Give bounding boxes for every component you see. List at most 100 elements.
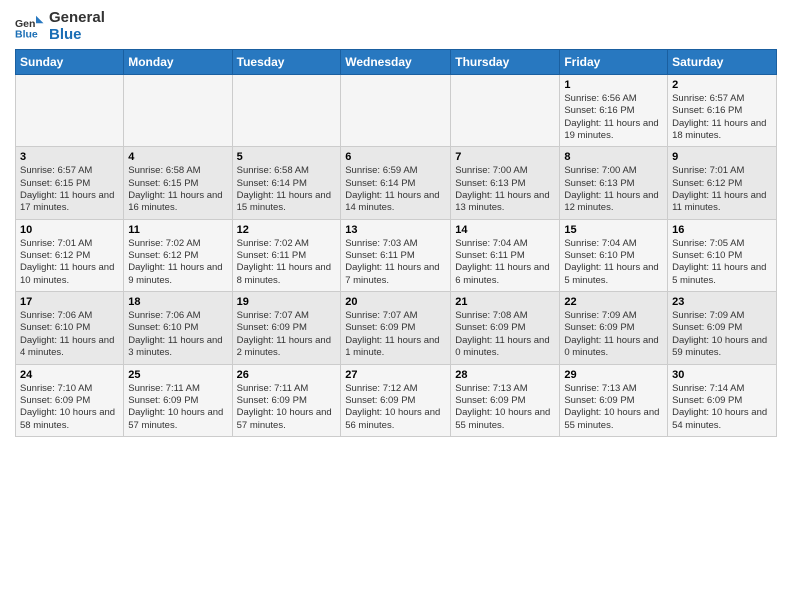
calendar-cell: 24 Sunrise: 7:10 AMSunset: 6:09 PMDayligh…: [16, 364, 124, 436]
day-info: Sunrise: 7:09 AMSunset: 6:09 PMDaylight:…: [564, 310, 663, 359]
day-number: 21: [455, 296, 555, 308]
week-row-5: 24 Sunrise: 7:10 AMSunset: 6:09 PMDayligh…: [16, 364, 777, 436]
calendar-cell: 6 Sunrise: 6:59 AMSunset: 6:14 PMDaylight…: [341, 147, 451, 219]
calendar-cell: [341, 75, 451, 147]
calendar-cell: 8 Sunrise: 7:00 AMSunset: 6:13 PMDaylight…: [560, 147, 668, 219]
day-number: 24: [20, 369, 119, 381]
day-number: 6: [345, 151, 446, 163]
logo: Gen Blue General Blue: [15, 10, 105, 43]
calendar-cell: 20 Sunrise: 7:07 AMSunset: 6:09 PMDayligh…: [341, 292, 451, 364]
calendar-cell: 28 Sunrise: 7:13 AMSunset: 6:09 PMDayligh…: [451, 364, 560, 436]
calendar-cell: 12Sunrise: 7:02 AMSunset: 6:11 PMDayligh…: [232, 219, 341, 291]
day-number: 8: [564, 151, 663, 163]
logo-icon: Gen Blue: [15, 12, 45, 42]
day-number: 23: [672, 296, 772, 308]
day-number: 11: [128, 224, 227, 236]
calendar-cell: 19 Sunrise: 7:07 AMSunset: 6:09 PMDayligh…: [232, 292, 341, 364]
day-info: Sunrise: 7:13 AMSunset: 6:09 PMDaylight:…: [455, 383, 555, 432]
day-number: 4: [128, 151, 227, 163]
day-info: Sunrise: 7:07 AMSunset: 6:09 PMDaylight:…: [237, 310, 337, 359]
day-number: 18: [128, 296, 227, 308]
logo-general: General: [49, 10, 105, 27]
calendar-cell: 5 Sunrise: 6:58 AMSunset: 6:14 PMDaylight…: [232, 147, 341, 219]
day-number: 30: [672, 369, 772, 381]
day-info: Sunrise: 7:09 AMSunset: 6:09 PMDaylight:…: [672, 310, 772, 359]
weekday-header-sunday: Sunday: [16, 50, 124, 75]
day-info: Sunrise: 6:58 AMSunset: 6:15 PMDaylight:…: [128, 165, 227, 214]
weekday-header-wednesday: Wednesday: [341, 50, 451, 75]
weekday-header-thursday: Thursday: [451, 50, 560, 75]
day-number: 14: [455, 224, 555, 236]
day-info: Sunrise: 7:00 AMSunset: 6:13 PMDaylight:…: [455, 165, 555, 214]
day-number: 22: [564, 296, 663, 308]
week-row-3: 10Sunrise: 7:01 AMSunset: 6:12 PMDayligh…: [16, 219, 777, 291]
day-info: Sunrise: 7:02 AMSunset: 6:12 PMDaylight:…: [128, 238, 227, 287]
calendar-cell: 29Sunrise: 7:13 AMSunset: 6:09 PMDayligh…: [560, 364, 668, 436]
day-info: Sunrise: 6:56 AMSunset: 6:16 PMDaylight:…: [564, 93, 663, 142]
day-number: 17: [20, 296, 119, 308]
day-number: 10: [20, 224, 119, 236]
day-number: 1: [564, 79, 663, 91]
day-number: 9: [672, 151, 772, 163]
day-info: Sunrise: 7:04 AMSunset: 6:11 PMDaylight:…: [455, 238, 555, 287]
calendar-cell: 13Sunrise: 7:03 AMSunset: 6:11 PMDayligh…: [341, 219, 451, 291]
calendar-cell: 18 Sunrise: 7:06 AMSunset: 6:10 PMDayligh…: [124, 292, 232, 364]
calendar-cell: 17 Sunrise: 7:06 AMSunset: 6:10 PMDayligh…: [16, 292, 124, 364]
calendar-cell: 16 Sunrise: 7:05 AMSunset: 6:10 PMDayligh…: [668, 219, 777, 291]
day-info: Sunrise: 7:00 AMSunset: 6:13 PMDaylight:…: [564, 165, 663, 214]
day-info: Sunrise: 7:07 AMSunset: 6:09 PMDaylight:…: [345, 310, 446, 359]
day-info: Sunrise: 7:08 AMSunset: 6:09 PMDaylight:…: [455, 310, 555, 359]
logo-blue: Blue: [49, 27, 105, 44]
day-number: 28: [455, 369, 555, 381]
calendar-cell: [232, 75, 341, 147]
week-row-2: 3Sunrise: 6:57 AMSunset: 6:15 PMDaylight…: [16, 147, 777, 219]
day-info: Sunrise: 7:10 AMSunset: 6:09 PMDaylight:…: [20, 383, 119, 432]
svg-text:Blue: Blue: [15, 28, 38, 40]
day-number: 15: [564, 224, 663, 236]
calendar-cell: 30 Sunrise: 7:14 AMSunset: 6:09 PMDayligh…: [668, 364, 777, 436]
day-info: Sunrise: 7:01 AMSunset: 6:12 PMDaylight:…: [672, 165, 772, 214]
calendar-cell: 21 Sunrise: 7:08 AMSunset: 6:09 PMDayligh…: [451, 292, 560, 364]
day-number: 25: [128, 369, 227, 381]
day-info: Sunrise: 7:06 AMSunset: 6:10 PMDaylight:…: [20, 310, 119, 359]
calendar-cell: 4 Sunrise: 6:58 AMSunset: 6:15 PMDaylight…: [124, 147, 232, 219]
calendar-cell: 22 Sunrise: 7:09 AMSunset: 6:09 PMDayligh…: [560, 292, 668, 364]
calendar-cell: 25Sunrise: 7:11 AMSunset: 6:09 PMDayligh…: [124, 364, 232, 436]
day-number: 20: [345, 296, 446, 308]
calendar-table: SundayMondayTuesdayWednesdayThursdayFrid…: [15, 49, 777, 437]
calendar-cell: 15Sunrise: 7:04 AMSunset: 6:10 PMDayligh…: [560, 219, 668, 291]
day-number: 2: [672, 79, 772, 91]
weekday-header-friday: Friday: [560, 50, 668, 75]
day-number: 3: [20, 151, 119, 163]
calendar-cell: 11 Sunrise: 7:02 AMSunset: 6:12 PMDayligh…: [124, 219, 232, 291]
day-number: 16: [672, 224, 772, 236]
day-info: Sunrise: 7:05 AMSunset: 6:10 PMDaylight:…: [672, 238, 772, 287]
calendar-cell: [451, 75, 560, 147]
day-info: Sunrise: 7:06 AMSunset: 6:10 PMDaylight:…: [128, 310, 227, 359]
day-number: 5: [237, 151, 337, 163]
calendar-cell: 14 Sunrise: 7:04 AMSunset: 6:11 PMDayligh…: [451, 219, 560, 291]
day-number: 7: [455, 151, 555, 163]
weekday-header-row: SundayMondayTuesdayWednesdayThursdayFrid…: [16, 50, 777, 75]
day-info: Sunrise: 6:57 AMSunset: 6:16 PMDaylight:…: [672, 93, 772, 142]
calendar-cell: [16, 75, 124, 147]
day-info: Sunrise: 6:59 AMSunset: 6:14 PMDaylight:…: [345, 165, 446, 214]
calendar-cell: 23 Sunrise: 7:09 AMSunset: 6:09 PMDayligh…: [668, 292, 777, 364]
calendar-cell: 9 Sunrise: 7:01 AMSunset: 6:12 PMDaylight…: [668, 147, 777, 219]
day-info: Sunrise: 7:03 AMSunset: 6:11 PMDaylight:…: [345, 238, 446, 287]
calendar-cell: [124, 75, 232, 147]
day-info: Sunrise: 7:14 AMSunset: 6:09 PMDaylight:…: [672, 383, 772, 432]
calendar-cell: 3Sunrise: 6:57 AMSunset: 6:15 PMDaylight…: [16, 147, 124, 219]
day-info: Sunrise: 7:12 AMSunset: 6:09 PMDaylight:…: [345, 383, 446, 432]
week-row-1: 1 Sunrise: 6:56 AMSunset: 6:16 PMDaylight…: [16, 75, 777, 147]
day-number: 19: [237, 296, 337, 308]
weekday-header-tuesday: Tuesday: [232, 50, 341, 75]
day-info: Sunrise: 7:11 AMSunset: 6:09 PMDaylight:…: [237, 383, 337, 432]
weekday-header-saturday: Saturday: [668, 50, 777, 75]
day-number: 12: [237, 224, 337, 236]
day-number: 27: [345, 369, 446, 381]
calendar-cell: 10Sunrise: 7:01 AMSunset: 6:12 PMDayligh…: [16, 219, 124, 291]
day-info: Sunrise: 6:58 AMSunset: 6:14 PMDaylight:…: [237, 165, 337, 214]
calendar-cell: 1 Sunrise: 6:56 AMSunset: 6:16 PMDaylight…: [560, 75, 668, 147]
calendar-cell: 2 Sunrise: 6:57 AMSunset: 6:16 PMDaylight…: [668, 75, 777, 147]
